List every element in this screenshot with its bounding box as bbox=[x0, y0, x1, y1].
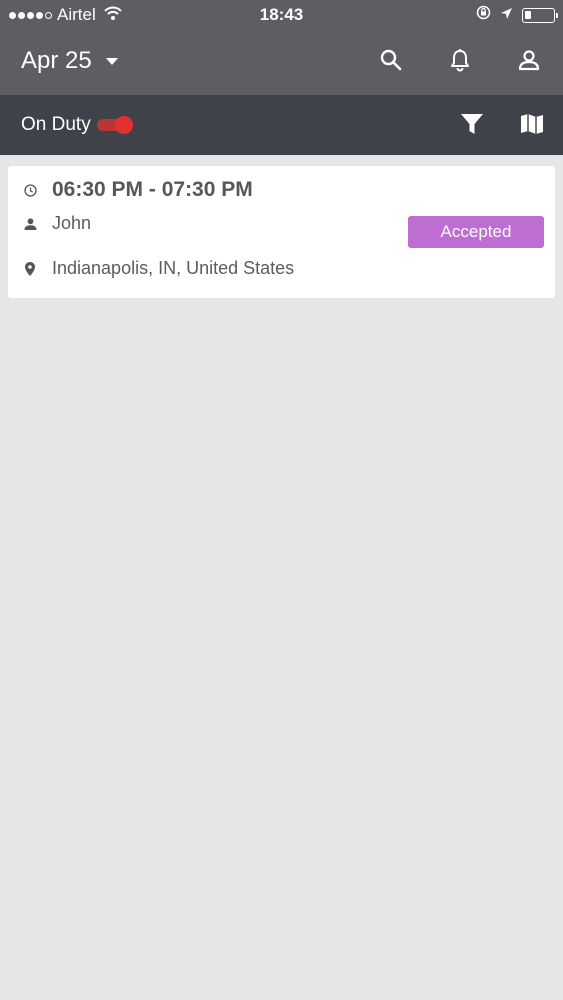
appointment-location: Indianapolis, IN, United States bbox=[52, 258, 295, 278]
bell-icon[interactable] bbox=[447, 47, 473, 73]
person-icon bbox=[8, 217, 52, 230]
appointment-name-row: John bbox=[8, 213, 91, 234]
chevron-down-icon bbox=[105, 57, 118, 65]
appointment-location-row: Indianapolis, IN, United States bbox=[8, 258, 294, 279]
appointment-card[interactable]: 06:30 PM - 07:30 PM John Indianapolis, I… bbox=[8, 166, 555, 298]
duty-actions bbox=[460, 112, 544, 141]
on-duty-toggle[interactable] bbox=[96, 115, 133, 135]
battery-icon bbox=[522, 7, 558, 23]
map-icon[interactable] bbox=[520, 113, 544, 140]
rotation-lock-icon bbox=[476, 5, 491, 25]
date-label: Apr 25 bbox=[21, 47, 92, 74]
location-pin-icon bbox=[8, 261, 52, 276]
status-bar: Airtel 18:43 bbox=[0, 0, 563, 29]
status-right bbox=[476, 5, 558, 25]
duty-label: On Duty bbox=[21, 114, 91, 135]
appointment-time: 06:30 PM - 07:30 PM bbox=[52, 178, 253, 201]
duty-bar: On Duty bbox=[0, 95, 563, 155]
appointment-list: 06:30 PM - 07:30 PM John Indianapolis, I… bbox=[0, 155, 563, 1000]
status-badge: Accepted bbox=[408, 216, 544, 248]
header-actions bbox=[378, 47, 542, 73]
duty-status: On Duty bbox=[21, 114, 133, 136]
search-icon[interactable] bbox=[378, 47, 404, 73]
clock-icon bbox=[8, 183, 52, 197]
filter-icon[interactable] bbox=[460, 112, 484, 141]
user-icon[interactable] bbox=[516, 47, 542, 73]
location-arrow-icon bbox=[500, 5, 513, 25]
app-header: Apr 25 bbox=[0, 29, 563, 95]
appointment-time-row: 06:30 PM - 07:30 PM bbox=[8, 178, 253, 202]
appointment-name: John bbox=[52, 213, 92, 233]
date-selector[interactable]: Apr 25 bbox=[21, 47, 118, 75]
